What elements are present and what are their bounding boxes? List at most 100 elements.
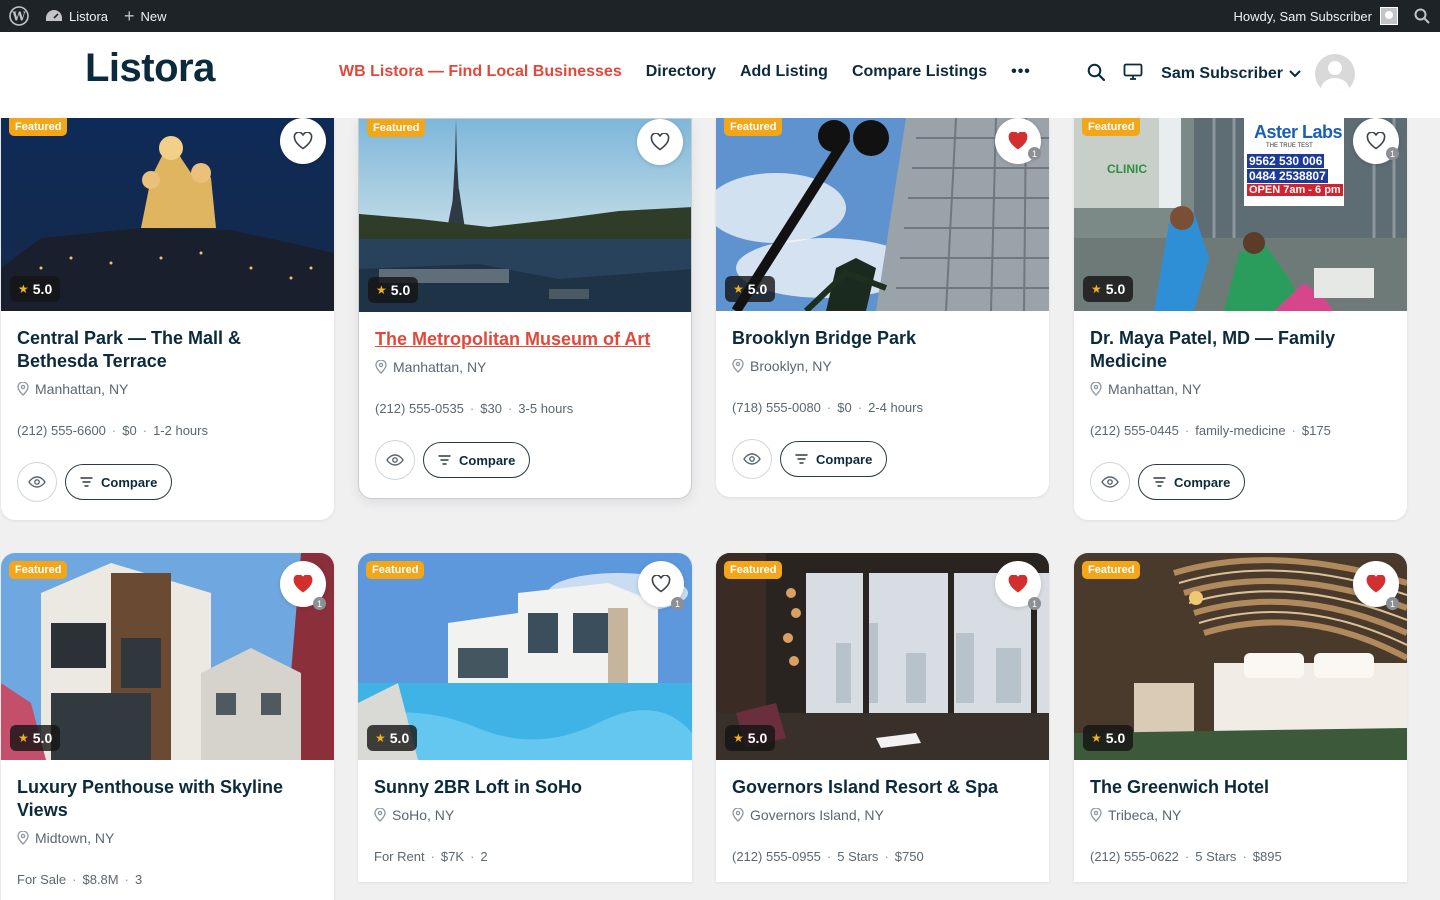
- chevron-down-icon: [1289, 70, 1301, 78]
- heart-filled-icon: [293, 575, 313, 593]
- location-text: Manhattan, NY: [35, 381, 129, 397]
- nav-item-add-listing[interactable]: Add Listing: [740, 63, 828, 81]
- star-icon: ★: [1091, 282, 1102, 296]
- map-pin-icon: [732, 359, 744, 373]
- meta-item: (212) 555-6600: [17, 423, 106, 438]
- map-pin-icon: [17, 382, 29, 396]
- meta-item: 1-2 hours: [153, 423, 208, 438]
- site-header: Listora WB Listora — Find Local Business…: [0, 32, 1440, 118]
- favorite-count: 1: [671, 597, 684, 610]
- rating-value: 5.0: [1105, 281, 1126, 297]
- dashboard-monitor-icon[interactable]: [1123, 63, 1143, 86]
- heart-filled-icon: [1008, 575, 1028, 593]
- nav-item-home[interactable]: WB Listora — Find Local Businesses: [339, 63, 622, 81]
- listing-meta: (718) 555-0080 · $0 · 2-4 hours: [732, 400, 1033, 415]
- quick-view-button[interactable]: [732, 439, 772, 479]
- favorite-count: 1: [313, 597, 326, 610]
- admin-new-label: New: [140, 8, 167, 24]
- favorite-count: 1: [1386, 597, 1399, 610]
- sign-phone-text: 0484 2538807: [1247, 169, 1328, 183]
- admin-site-link[interactable]: Listora: [37, 0, 116, 32]
- favorite-button[interactable]: [280, 118, 326, 164]
- listing-title[interactable]: The Greenwich Hotel: [1090, 776, 1391, 799]
- listing-title[interactable]: Governors Island Resort & Spa: [732, 776, 1033, 799]
- compare-label: Compare: [1174, 474, 1231, 490]
- listing-card[interactable]: Featured 1 ★ 5.0 Governors Island Resort …: [716, 553, 1049, 882]
- meta-item: $175: [1301, 423, 1331, 438]
- admin-howdy-text: Howdy, Sam Subscriber: [1233, 8, 1372, 24]
- listing-title[interactable]: Sunny 2BR Loft in SoHo: [374, 776, 676, 799]
- compare-button[interactable]: Compare: [780, 441, 888, 477]
- admin-account-menu[interactable]: Howdy, Sam Subscriber: [1226, 0, 1406, 32]
- rating-value: 5.0: [1105, 730, 1126, 746]
- meta-separator: ·: [142, 423, 148, 438]
- meta-separator: ·: [124, 872, 129, 887]
- star-icon: ★: [1091, 731, 1102, 745]
- listing-image[interactable]: Featured 1 ★ 5.0: [1, 553, 334, 760]
- star-icon: ★: [18, 731, 29, 745]
- location-text: SoHo, NY: [392, 807, 455, 823]
- listing-title[interactable]: Dr. Maya Patel, MD — Family Medicine: [1090, 327, 1391, 373]
- listing-actions: Compare: [1090, 462, 1391, 502]
- nav-more-icon[interactable]: •••: [1011, 63, 1031, 81]
- quick-view-button[interactable]: [1090, 462, 1130, 502]
- listing-card-body: Governors Island Resort & Spa Governors …: [716, 760, 1049, 882]
- favorite-button[interactable]: [637, 119, 683, 165]
- quick-view-button[interactable]: [17, 462, 57, 502]
- listing-card[interactable]: Featured 1 ★ 5.0 Brooklyn Bridge Park Bro…: [716, 118, 1049, 497]
- listing-location: SoHo, NY: [374, 807, 676, 823]
- listing-card[interactable]: Featured ★ 5.0 The Metropolitan Museum of…: [358, 118, 692, 499]
- rating-badge: ★ 5.0: [1083, 725, 1134, 751]
- meta-item: 2: [480, 849, 488, 864]
- listing-card[interactable]: Featured 1 ★ 5.0 Sunny 2BR Loft in SoHo S…: [358, 553, 692, 882]
- map-pin-icon: [732, 808, 744, 822]
- listing-card[interactable]: Featured 1 ★ 5.0 Luxury Penthouse with Sk…: [1, 553, 334, 900]
- listing-meta: For Sale · $8.8M · 3: [17, 872, 318, 887]
- location-text: Midtown, NY: [35, 830, 115, 846]
- compare-button[interactable]: Compare: [423, 442, 531, 478]
- listing-location: Tribeca, NY: [1090, 807, 1391, 823]
- nav-item-directory[interactable]: Directory: [646, 63, 716, 81]
- listing-image[interactable]: Featured 1 ★ 5.0: [716, 553, 1049, 760]
- listing-card[interactable]: Featured 1 ★ 5.0 The Greenwich Hotel Trib…: [1074, 553, 1407, 882]
- admin-site-name: Listora: [69, 8, 109, 24]
- listing-title[interactable]: Brooklyn Bridge Park: [732, 327, 1033, 350]
- listing-title[interactable]: The Metropolitan Museum of Art: [375, 328, 675, 351]
- compare-button[interactable]: Compare: [65, 464, 173, 500]
- search-icon[interactable]: [1087, 63, 1106, 86]
- meta-separator: ·: [111, 423, 117, 438]
- listing-image[interactable]: Featured 1 ★ 5.0: [358, 553, 692, 760]
- meta-item: 3-5 hours: [518, 401, 574, 416]
- listing-card[interactable]: Aster Labs THE TRUE TEST 9562 530 006 04…: [1074, 118, 1407, 520]
- listing-actions: Compare: [732, 439, 1033, 479]
- listing-image[interactable]: Featured 1 ★ 5.0: [716, 118, 1049, 311]
- listing-image[interactable]: Featured ★ 5.0: [1, 118, 334, 311]
- listing-card-body: The Greenwich Hotel Tribeca, NY (212) 55…: [1074, 760, 1407, 882]
- featured-badge: Featured: [724, 118, 783, 136]
- listing-image[interactable]: Featured ★ 5.0: [359, 119, 691, 312]
- listing-title[interactable]: Luxury Penthouse with Skyline Views: [17, 776, 318, 822]
- listing-card[interactable]: Featured ★ 5.0 Central Park — The Mall & …: [1, 118, 334, 520]
- listing-meta: (212) 555-0622 · 5 Stars · $895: [1090, 849, 1391, 864]
- listing-image[interactable]: Featured 1 ★ 5.0: [1074, 553, 1407, 760]
- listing-card-body: Dr. Maya Patel, MD — Family Medicine Man…: [1074, 311, 1407, 520]
- heart-filled-icon: [1008, 132, 1028, 150]
- meta-separator: ·: [470, 849, 475, 864]
- wordpress-logo-icon[interactable]: W: [0, 0, 37, 32]
- user-menu[interactable]: Sam Subscriber: [1161, 54, 1355, 94]
- listing-title[interactable]: Central Park — The Mall & Bethesda Terra…: [17, 327, 318, 373]
- heart-outline-icon: [650, 133, 670, 151]
- map-pin-icon: [375, 360, 387, 374]
- admin-search-icon[interactable]: [1406, 0, 1440, 32]
- site-logo[interactable]: Listora: [85, 46, 215, 91]
- listing-image[interactable]: Aster Labs THE TRUE TEST 9562 530 006 04…: [1074, 118, 1407, 311]
- admin-new-link[interactable]: + New: [116, 0, 175, 32]
- map-pin-icon: [17, 831, 29, 845]
- quick-view-button[interactable]: [375, 440, 415, 480]
- rating-value: 5.0: [32, 281, 53, 297]
- nav-item-compare-listings[interactable]: Compare Listings: [852, 63, 987, 81]
- listing-card-body: Sunny 2BR Loft in SoHo SoHo, NY For Rent…: [358, 760, 692, 882]
- compare-button[interactable]: Compare: [1138, 464, 1246, 500]
- listing-meta: (212) 555-6600 · $0 · 1-2 hours: [17, 423, 318, 438]
- heart-outline-icon: [1366, 132, 1386, 150]
